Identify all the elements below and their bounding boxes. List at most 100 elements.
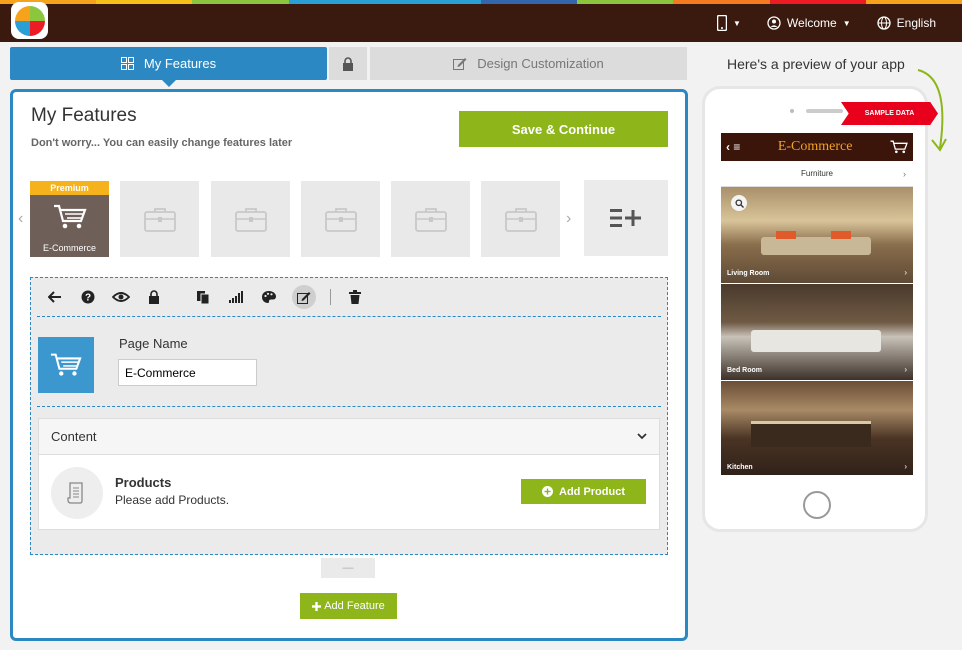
- grid-icon: [120, 57, 134, 70]
- plus-icon: [312, 601, 322, 611]
- app-category-label: Furniture: [800, 169, 833, 178]
- chevron-right-icon: ›: [903, 168, 906, 179]
- app-back-icon[interactable]: ‹ ≡: [726, 140, 740, 154]
- products-subtitle: Please add Products.: [115, 493, 230, 507]
- feature-slot-empty[interactable]: [120, 181, 199, 257]
- room-bed[interactable]: Bed Room ›: [721, 284, 913, 380]
- add-feature-button[interactable]: Add Feature: [300, 593, 397, 619]
- add-feature-label: Add Feature: [324, 600, 385, 612]
- stripe-segment: [96, 0, 193, 4]
- cart-icon[interactable]: [890, 140, 908, 154]
- phone-home-button: [803, 491, 831, 519]
- back-icon[interactable]: [45, 288, 64, 307]
- room-label: Kitchen: [727, 464, 753, 471]
- feature-slot-empty[interactable]: [481, 181, 560, 257]
- room-kitchen[interactable]: Kitchen ›: [721, 381, 913, 475]
- content-header[interactable]: Content: [39, 419, 659, 455]
- collapse-toggle[interactable]: —: [321, 558, 375, 578]
- add-feature-tile[interactable]: [584, 180, 668, 256]
- room-living[interactable]: Living Room ›: [721, 187, 913, 283]
- phone-camera: [790, 109, 794, 113]
- chevron-down-icon: [637, 433, 647, 440]
- add-product-button[interactable]: Add Product: [521, 479, 646, 504]
- scroll-left-icon[interactable]: ‹: [18, 210, 23, 228]
- sample-data-ribbon: SAMPLE DATA: [841, 102, 938, 125]
- app-logo[interactable]: [11, 2, 48, 39]
- page-name-input[interactable]: [118, 359, 257, 386]
- room-label: Bed Room: [727, 367, 762, 374]
- trash-icon[interactable]: [345, 288, 364, 307]
- features-panel: My Features Don't worry... You can easil…: [10, 89, 688, 641]
- chevron-right-icon: ›: [904, 462, 907, 471]
- products-icon: [51, 467, 103, 519]
- page-name-label: Page Name: [119, 336, 188, 351]
- chevron-right-icon: ›: [904, 268, 907, 277]
- welcome-label: Welcome: [786, 16, 837, 30]
- briefcase-icon: [414, 208, 447, 232]
- language-label: English: [896, 16, 936, 30]
- products-title: Products: [115, 475, 172, 490]
- briefcase-icon: [324, 208, 357, 232]
- cart-icon: [50, 353, 82, 376]
- feature-slot-empty[interactable]: [301, 181, 380, 257]
- phone-preview: SAMPLE DATA ‹ ≡ E-Commerce Furniture › L…: [702, 86, 938, 532]
- eye-icon[interactable]: [111, 288, 130, 307]
- app-header: ‹ ≡ E-Commerce: [721, 133, 913, 161]
- feature-editor: ? Page Name Content Products Pl: [30, 277, 668, 555]
- tab-lock[interactable]: [329, 47, 367, 80]
- globe-icon: [876, 16, 891, 30]
- feature-slot-empty[interactable]: [391, 181, 470, 257]
- stripe-segment: [192, 0, 289, 4]
- tab-design-customization[interactable]: Design Customization: [370, 47, 687, 80]
- plus-circle-icon: [542, 486, 553, 497]
- tab-design-label: Design Customization: [477, 56, 604, 71]
- phone-speaker: [806, 109, 843, 113]
- edit-icon[interactable]: [292, 285, 316, 309]
- device-selector[interactable]: ▼: [717, 15, 741, 31]
- help-icon[interactable]: ?: [78, 288, 97, 307]
- svg-text:?: ?: [84, 293, 90, 304]
- cart-icon: [53, 204, 87, 229]
- stripe-segment: [577, 0, 674, 4]
- signal-icon[interactable]: [226, 288, 245, 307]
- user-icon: [767, 16, 781, 30]
- page-subtitle: Don't worry... You can easily change fea…: [31, 137, 293, 149]
- premium-badge: Premium: [30, 181, 109, 195]
- feature-slot-empty[interactable]: [211, 181, 290, 257]
- chevron-down-icon: ▼: [733, 18, 741, 28]
- add-list-icon: [610, 209, 641, 227]
- phone-screen: ‹ ≡ E-Commerce Furniture › Living Room ›…: [721, 133, 913, 475]
- feature-item-ecommerce[interactable]: Premium E-Commerce: [30, 181, 109, 257]
- document-icon: [67, 482, 83, 504]
- divider: [37, 406, 661, 407]
- tab-my-features-label: My Features: [143, 56, 217, 71]
- chevron-right-icon: ›: [904, 365, 907, 374]
- language-selector[interactable]: English: [876, 16, 936, 30]
- room-label: Living Room: [727, 270, 770, 277]
- search-icon[interactable]: [731, 195, 747, 211]
- page-icon[interactable]: [38, 337, 94, 393]
- divider: [37, 316, 661, 317]
- scroll-right-icon[interactable]: ›: [566, 210, 571, 228]
- stripe-segment: [384, 0, 482, 4]
- feature-label: E-Commerce: [42, 243, 96, 253]
- content-header-label: Content: [51, 429, 97, 444]
- lock-icon[interactable]: [144, 288, 163, 307]
- toolbar-divider: [330, 289, 331, 305]
- briefcase-icon: [234, 208, 267, 232]
- chevron-down-icon: ▼: [842, 18, 851, 28]
- palette-icon[interactable]: [259, 288, 278, 307]
- copy-icon[interactable]: [193, 288, 212, 307]
- add-product-label: Add Product: [559, 485, 625, 498]
- save-continue-button[interactable]: Save & Continue: [459, 111, 668, 147]
- mobile-icon: [717, 15, 727, 31]
- app-title: E-Commerce: [777, 139, 853, 154]
- edit-icon: [453, 58, 467, 70]
- welcome-menu[interactable]: Welcome ▼: [767, 16, 851, 30]
- briefcase-icon: [143, 208, 176, 232]
- app-category-bar[interactable]: Furniture ›: [721, 161, 913, 187]
- stripe-segment: [481, 0, 578, 4]
- briefcase-icon: [504, 208, 537, 232]
- stripe-segment: [288, 0, 385, 4]
- tab-my-features[interactable]: My Features: [10, 47, 327, 87]
